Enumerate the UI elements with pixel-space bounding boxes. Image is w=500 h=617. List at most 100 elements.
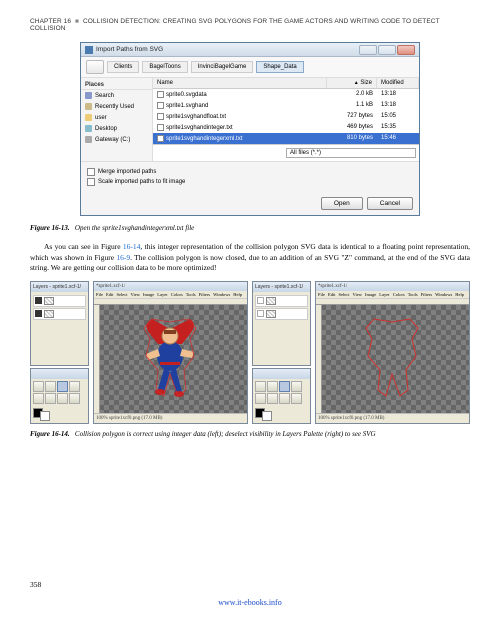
- layer-row[interactable]: [33, 308, 86, 320]
- place-search[interactable]: Search: [81, 90, 152, 101]
- canvas-titlebar[interactable]: *sprite1.xcf-1/: [316, 282, 469, 291]
- maximize-button[interactable]: [378, 45, 396, 55]
- minimize-button[interactable]: [359, 45, 377, 55]
- file-icon: [157, 102, 164, 109]
- layer-thumb: [266, 310, 276, 318]
- figure-text: Collision polygon is correct using integ…: [75, 430, 376, 438]
- footer-link[interactable]: www.it-ebooks.info: [0, 598, 500, 607]
- open-button[interactable]: Open: [321, 197, 363, 210]
- breadcrumb-invincibagelgame[interactable]: InvinciBagelGame: [191, 61, 254, 73]
- layer-row[interactable]: [33, 295, 86, 307]
- close-button[interactable]: [397, 45, 415, 55]
- color-swatch[interactable]: [31, 406, 88, 423]
- bg-color[interactable]: [40, 411, 50, 421]
- visibility-icon[interactable]: [35, 297, 42, 304]
- tool-button[interactable]: [45, 393, 56, 404]
- body-paragraph: As you can see in Figure 16-14, this int…: [30, 242, 470, 272]
- dialog-icon: [85, 46, 93, 54]
- layer-row[interactable]: [255, 308, 308, 320]
- scale-label: Scale imported paths to fit image: [98, 179, 185, 185]
- tool-button[interactable]: [33, 393, 44, 404]
- tool-button[interactable]: [57, 393, 68, 404]
- place-drive[interactable]: Gateway (C:): [81, 134, 152, 145]
- canvas-titlebar[interactable]: *sprite1.xcf-1/: [94, 282, 247, 291]
- toolbox-titlebar[interactable]: [31, 369, 88, 379]
- file-row[interactable]: sprite1svghandfloat.txt 727 bytes 15:05: [153, 111, 419, 122]
- color-swatch[interactable]: [253, 406, 310, 423]
- tool-button[interactable]: [255, 393, 266, 404]
- bg-color[interactable]: [262, 411, 272, 421]
- cancel-button[interactable]: Cancel: [367, 197, 413, 210]
- layers-titlebar[interactable]: Layers - sprite1.xcf-1/: [31, 282, 88, 292]
- file-filter-row: All files (*.*): [153, 144, 419, 161]
- file-icon: [157, 124, 164, 131]
- gimp-layers-panel: Layers - sprite1.xcf-1/: [30, 281, 89, 366]
- tool-button[interactable]: [279, 381, 290, 392]
- file-list-header: Name ▲ Size Modified: [153, 78, 419, 89]
- place-recent[interactable]: Recently Used: [81, 101, 152, 112]
- canvas-area[interactable]: [316, 305, 469, 413]
- chapter-prefix: CHAPTER 16: [30, 18, 71, 25]
- figure-label: Figure 16-14.: [30, 430, 70, 438]
- file-filter-select[interactable]: All files (*.*): [286, 148, 416, 158]
- breadcrumb-bageltoons[interactable]: BagelToons: [142, 61, 187, 73]
- figure-ref-9: 16-9: [116, 253, 130, 262]
- chapter-sep: ■: [75, 18, 79, 25]
- layer-thumb: [44, 297, 54, 305]
- tool-button[interactable]: [291, 393, 302, 404]
- figure-caption-13: Figure 16-13. Open the sprite1svghandint…: [30, 224, 470, 232]
- tool-button[interactable]: [69, 381, 80, 392]
- layer-thumb: [44, 310, 54, 318]
- edit-path-button[interactable]: [86, 60, 104, 74]
- import-options: Merge imported paths Scale imported path…: [81, 161, 419, 192]
- breadcrumb-clients[interactable]: Clients: [107, 61, 139, 73]
- visibility-icon-off[interactable]: [257, 297, 264, 304]
- tool-button[interactable]: [291, 381, 302, 392]
- canvas-area[interactable]: [94, 305, 247, 413]
- checkbox-icon[interactable]: [87, 168, 95, 176]
- figure-label: Figure 16-13.: [30, 224, 70, 232]
- layers-titlebar[interactable]: Layers - sprite1.xcf-1/: [253, 282, 310, 292]
- figure-ref-14: 16-14: [123, 242, 141, 251]
- visibility-icon[interactable]: [35, 310, 42, 317]
- file-row[interactable]: sprite1svghandinteger.txt 469 bytes 15:3…: [153, 122, 419, 133]
- chapter-header: CHAPTER 16 ■ COLLISION DETECTION: CREATI…: [30, 18, 470, 32]
- tool-button[interactable]: [45, 381, 56, 392]
- gimp-menubar[interactable]: FileEditSelectViewImageLayerColorsToolsF…: [316, 291, 469, 299]
- tool-button[interactable]: [69, 393, 80, 404]
- place-desktop[interactable]: Desktop: [81, 123, 152, 134]
- tool-button[interactable]: [255, 381, 266, 392]
- col-modified[interactable]: Modified: [377, 78, 419, 88]
- col-size[interactable]: ▲ Size: [327, 78, 377, 88]
- file-row[interactable]: sprite1.svghand 1.1 kB 13:18: [153, 100, 419, 111]
- drive-icon: [85, 136, 92, 143]
- gimp-canvas-left: *sprite1.xcf-1/ FileEditSelectViewImageL…: [93, 281, 248, 424]
- dialog-titlebar[interactable]: Import Paths from SVG: [81, 43, 419, 57]
- file-row-selected[interactable]: sprite1svghandintegerxml.txt 810 bytes 1…: [153, 133, 419, 144]
- tool-button[interactable]: [279, 393, 290, 404]
- tool-button[interactable]: [267, 381, 278, 392]
- polygon-outline: [362, 314, 422, 404]
- tool-button[interactable]: [57, 381, 68, 392]
- figure-text: Open the sprite1svghandintegerxml.txt fi…: [75, 224, 194, 232]
- file-row[interactable]: sprite0.svgdata 2.0 kB 13:18: [153, 89, 419, 100]
- figure-caption-14: Figure 16-14. Collision polygon is corre…: [30, 430, 470, 438]
- merge-checkbox-row[interactable]: Merge imported paths: [87, 168, 413, 176]
- file-icon: [157, 135, 164, 142]
- visibility-icon-off[interactable]: [257, 310, 264, 317]
- gimp-menubar[interactable]: FileEditSelectViewImageLayerColorsToolsF…: [94, 291, 247, 299]
- checkbox-icon[interactable]: [87, 178, 95, 186]
- scale-checkbox-row[interactable]: Scale imported paths to fit image: [87, 178, 413, 186]
- layer-row[interactable]: [255, 295, 308, 307]
- page-number: 358: [30, 580, 41, 589]
- places-sidebar: Places Search Recently Used user Desktop…: [81, 78, 153, 161]
- tool-button[interactable]: [33, 381, 44, 392]
- breadcrumb-shapedata[interactable]: Shape_Data: [256, 61, 303, 73]
- col-name[interactable]: Name: [153, 78, 327, 88]
- gimp-toolbox-panel: [252, 368, 311, 424]
- toolbox-titlebar[interactable]: [253, 369, 310, 379]
- gimp-screenshots: Layers - sprite1.xcf-1/: [30, 281, 470, 424]
- place-user[interactable]: user: [81, 112, 152, 123]
- tool-button[interactable]: [267, 393, 278, 404]
- recent-icon: [85, 103, 92, 110]
